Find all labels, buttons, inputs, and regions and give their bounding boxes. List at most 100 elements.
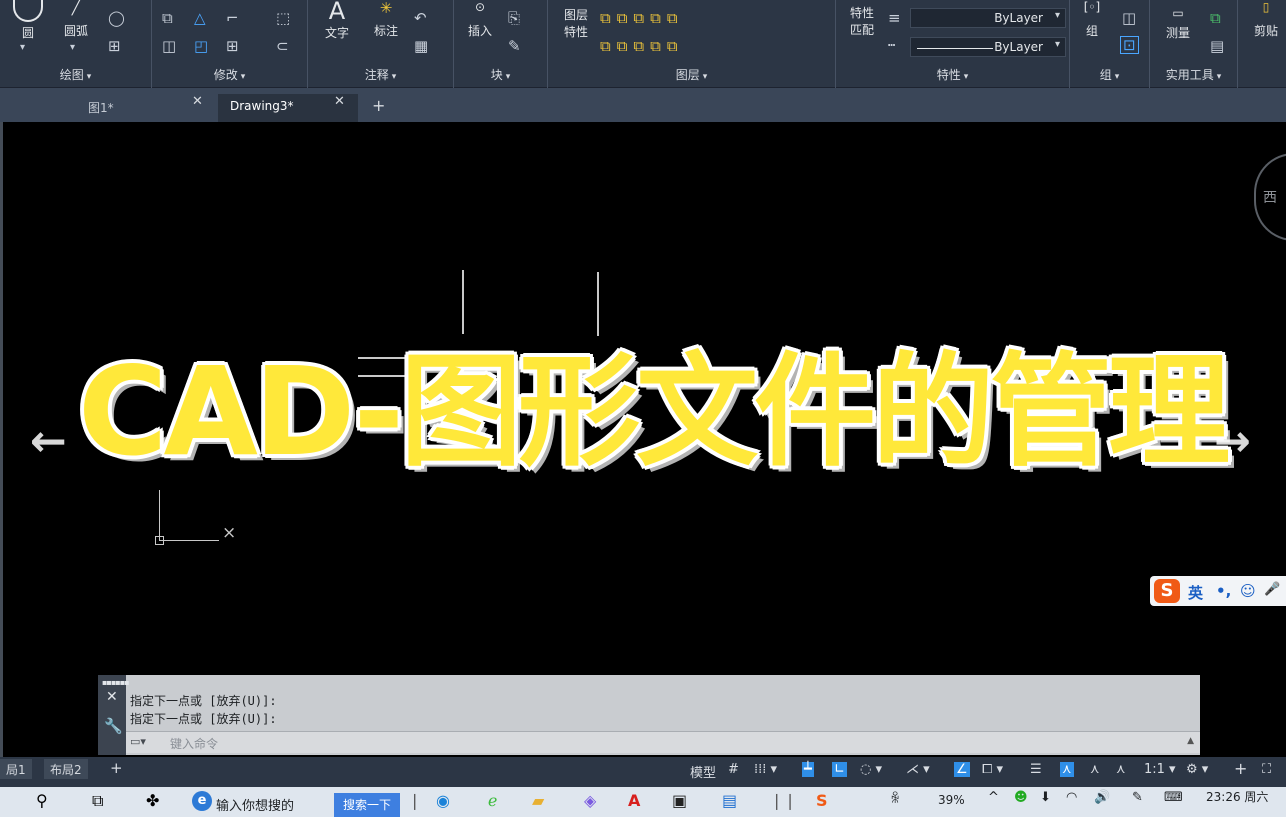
paste-button[interactable]: ▯ 剪贴: [1248, 0, 1284, 39]
layer-tools-row2-icon[interactable]: ⧉⧉⧉⧉⧉: [600, 38, 684, 54]
ime-lang[interactable]: 英: [1188, 582, 1203, 603]
ortho-icon[interactable]: ∟: [832, 762, 847, 777]
network-icon[interactable]: ◠: [1066, 790, 1077, 805]
close-icon[interactable]: ✕: [106, 689, 118, 705]
new-tab-icon[interactable]: +: [372, 96, 385, 115]
autocad-icon[interactable]: A: [628, 791, 640, 810]
tray-app-icon[interactable]: ☻: [1014, 790, 1028, 805]
scale-icon[interactable]: ◰: [194, 38, 208, 54]
modify-panel-title[interactable]: 修改 ▾: [152, 66, 307, 83]
add-layout-icon[interactable]: +: [110, 759, 123, 777]
snap-icon[interactable]: ⁞⁞⁞ ▾: [754, 762, 777, 777]
osnap-tracking-icon[interactable]: ∠: [954, 762, 970, 777]
annotation-scale-icon[interactable]: ⋏: [1060, 762, 1074, 777]
quick-select-icon[interactable]: ⧉: [1210, 10, 1221, 26]
browser-green-icon[interactable]: ℯ: [488, 791, 497, 810]
ime-punct[interactable]: •,: [1216, 582, 1231, 600]
calculator-icon[interactable]: ▤: [1210, 38, 1224, 54]
linetype-select[interactable]: ByLayer ▾: [910, 37, 1066, 57]
draw-panel-title[interactable]: 绘图 ▾: [0, 66, 151, 83]
scroll-up-icon[interactable]: ▲: [1187, 736, 1194, 746]
taskbar-search-input[interactable]: e 输入你想搜的: [188, 789, 318, 815]
grip-icon[interactable]: ▪▪▪▪▪▪: [102, 678, 130, 687]
measure-button[interactable]: ▭ 测量: [1156, 6, 1200, 41]
keyboard-icon[interactable]: ⌨: [1164, 790, 1183, 805]
layers-panel-title[interactable]: 图层 ▾: [548, 66, 835, 83]
close-icon[interactable]: ✕: [192, 94, 203, 109]
offset-icon[interactable]: ⊂: [276, 38, 289, 54]
layout-tab-2[interactable]: 布局2: [44, 759, 88, 779]
groups-panel-title[interactable]: 组 ▾: [1070, 66, 1149, 83]
sogou-taskbar-icon[interactable]: S: [816, 791, 828, 810]
mirror-icon[interactable]: △: [194, 10, 206, 26]
screen-app-icon[interactable]: ▤: [722, 791, 737, 810]
annotation-visibility-icon[interactable]: ⋏: [1090, 762, 1100, 777]
mic-icon[interactable]: 🎤: [1264, 582, 1280, 597]
taskbar-search-button[interactable]: 搜索一下: [334, 793, 400, 817]
media-app-icon[interactable]: ▣: [672, 791, 687, 810]
hatch-icon[interactable]: ⊞: [108, 38, 121, 54]
plus-icon[interactable]: +: [1234, 759, 1247, 778]
ellipse-icon[interactable]: ◯: [108, 10, 125, 26]
pen-icon[interactable]: ✎: [1132, 790, 1143, 805]
tray-pin-icon[interactable]: ⬇: [1040, 790, 1051, 805]
folder-icon[interactable]: ▰: [532, 791, 544, 810]
group-button[interactable]: [◦] 组: [1074, 0, 1110, 39]
dimension-button[interactable]: ✳ 标注: [366, 0, 406, 39]
insert-button[interactable]: ⊙ 插入: [460, 0, 500, 39]
utilities-panel-title[interactable]: 实用工具 ▾: [1150, 66, 1237, 83]
emoji-icon[interactable]: ☺: [1240, 582, 1256, 600]
array-icon[interactable]: ⊞: [226, 38, 239, 54]
wrench-icon[interactable]: 🔧: [104, 717, 123, 735]
people-icon[interactable]: ꆜ: [890, 790, 900, 807]
task-view-icon[interactable]: ⧉: [92, 791, 103, 811]
erase-icon[interactable]: ⬚: [276, 10, 290, 26]
osnap-icon[interactable]: ⧠ ▾: [982, 762, 1003, 777]
sogou-logo-icon[interactable]: S: [1154, 579, 1180, 603]
search-icon[interactable]: ⚲: [36, 791, 48, 810]
circle-button[interactable]: 圆: [10, 0, 46, 41]
clock[interactable]: 23:26 周六: [1206, 788, 1268, 805]
isodraft-icon[interactable]: ⋌ ▾: [906, 762, 930, 777]
ungroup-icon[interactable]: ◫: [1122, 10, 1136, 26]
command-input[interactable]: ▭▾ 键入命令 ▲: [126, 731, 1200, 753]
volume-icon[interactable]: 🔊: [1094, 790, 1110, 805]
create-block-icon[interactable]: ⎘: [508, 10, 520, 26]
block-panel-title[interactable]: 块 ▾: [454, 66, 547, 83]
grid-icon[interactable]: #: [728, 762, 739, 777]
pause-icon[interactable]: ❘❘: [770, 791, 797, 810]
color-select[interactable]: ByLayer ▾: [910, 8, 1066, 28]
stretch-icon[interactable]: ◫: [162, 38, 176, 54]
group-select-icon[interactable]: ⊡: [1120, 36, 1139, 54]
table-icon[interactable]: ▦: [414, 38, 428, 54]
close-icon[interactable]: ✕: [334, 94, 345, 109]
scale-select[interactable]: 1:1 ▾: [1144, 762, 1176, 777]
edit-block-icon[interactable]: ✎: [508, 38, 521, 54]
infer-icon[interactable]: ┷: [802, 762, 814, 777]
annotation-panel-title[interactable]: 注释 ▾: [308, 66, 453, 83]
polar-icon[interactable]: ◌ ▾: [860, 762, 882, 777]
arc-dropdown-icon[interactable]: ▾: [70, 40, 75, 56]
gear-icon[interactable]: ⚙ ▾: [1186, 762, 1208, 777]
match-properties-button[interactable]: 特性 匹配: [844, 4, 880, 38]
copy-icon[interactable]: ⧉: [162, 10, 173, 26]
text-button[interactable]: A 文字: [320, 0, 354, 41]
layout-tab-1[interactable]: 局1: [0, 759, 32, 779]
arc-button[interactable]: ╱ 圆弧: [58, 0, 94, 39]
circle-dropdown-icon[interactable]: ▾: [20, 40, 25, 56]
chevron-up-icon[interactable]: ^: [988, 790, 999, 805]
lineweight-toggle-icon[interactable]: ☰: [1030, 762, 1042, 777]
autoscale-icon[interactable]: ⋏: [1116, 762, 1126, 777]
layer-properties-button[interactable]: 图层 特性: [554, 6, 598, 40]
app-shield-icon[interactable]: ◈: [584, 791, 596, 810]
app-fan-icon[interactable]: ✤: [146, 791, 159, 810]
edge-icon[interactable]: ◉: [436, 791, 450, 810]
fillet-icon[interactable]: ⌐: [226, 10, 239, 26]
properties-panel-title[interactable]: 特性 ▾: [836, 66, 1069, 83]
battery-percent[interactable]: 39%: [938, 793, 965, 807]
layer-tools-row1-icon[interactable]: ⧉⧉⧉⧉⧉: [600, 10, 684, 26]
fullscreen-icon[interactable]: ⛶: [1262, 762, 1271, 777]
prev-arrow-icon[interactable]: ←: [30, 420, 67, 464]
leader-icon[interactable]: ↶: [414, 10, 427, 26]
command-prompt-icon[interactable]: ▭▾: [130, 735, 146, 748]
